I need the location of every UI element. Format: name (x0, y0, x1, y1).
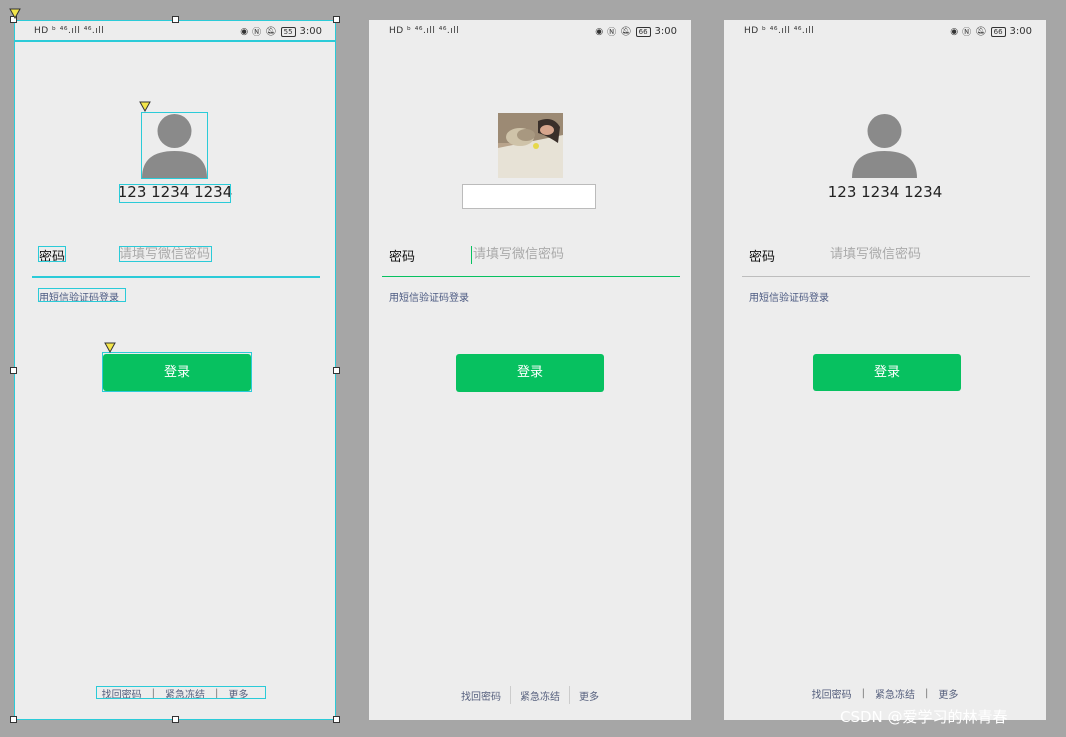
avatar[interactable] (852, 113, 917, 178)
sms-login-link[interactable]: 用短信验证码登录 (389, 289, 469, 304)
eye-icon: ◉ (595, 26, 604, 37)
phone-number-text: 123 1234 1234 (827, 183, 943, 201)
footer-separator: | (569, 686, 570, 704)
footer-separator: | (510, 686, 511, 704)
resize-handle-top-right[interactable] (333, 16, 340, 23)
phone-preview-focused[interactable]: HD ᵇ ⁴⁶.ıll ⁴⁶.ıll ◉ Ⓝ 🔕︎ 66 3:00 密码 请填写… (369, 20, 691, 720)
login-button[interactable]: 登录 (813, 354, 961, 391)
resize-handle-bottom[interactable] (172, 716, 179, 723)
phone-preview-default[interactable]: HD ᵇ ⁴⁶.ıll ⁴⁶.ıll ◉ Ⓝ 🔕︎ 66 3:00 123 12… (724, 20, 1046, 720)
battery-indicator: 66 (635, 26, 651, 37)
password-underline (742, 276, 1030, 277)
avatar-photo[interactable] (498, 113, 563, 178)
resize-handle-bottom-left[interactable] (10, 716, 17, 723)
eye-icon: ◉ (950, 26, 959, 37)
footer-separator: | (925, 688, 929, 699)
battery-indicator: 66 (990, 26, 1006, 37)
emergency-freeze-link[interactable]: 紧急冻结 (520, 688, 560, 703)
nfc-icon: Ⓝ (962, 28, 972, 38)
resize-handle-bottom-right[interactable] (333, 716, 340, 723)
status-time: 3:00 (1009, 26, 1032, 37)
resize-handle-right[interactable] (333, 367, 340, 374)
status-bar: HD ᵇ ⁴⁶.ıll ⁴⁶.ıll ◉ Ⓝ 🔕︎ 66 3:00 (724, 20, 1046, 42)
footer-links: 找回密码 | 紧急冻结 | 更多 (369, 686, 691, 704)
selection-frame (14, 20, 336, 720)
nfc-icon: Ⓝ (607, 28, 617, 38)
more-link[interactable]: 更多 (938, 686, 958, 701)
watermark: CSDN @爱学习的林青春 (840, 708, 1008, 726)
footer-separator: | (861, 688, 865, 699)
signal-indicators: HD ᵇ ⁴⁶.ıll ⁴⁶.ıll (744, 26, 815, 36)
password-label: 密码 (749, 250, 776, 265)
resize-handle-top[interactable] (172, 16, 179, 23)
bell-off-icon: 🔕︎ (975, 26, 987, 37)
password-input[interactable]: 请填写微信密码 (471, 246, 653, 264)
password-label: 密码 (389, 250, 416, 265)
emergency-freeze-link[interactable]: 紧急冻结 (875, 686, 915, 701)
resize-handle-left[interactable] (10, 367, 17, 374)
nickname-input[interactable] (462, 184, 596, 209)
more-link[interactable]: 更多 (579, 688, 599, 703)
password-underline (382, 276, 680, 277)
signal-indicators: HD ᵇ ⁴⁶.ıll ⁴⁶.ıll (389, 26, 460, 36)
bell-off-icon: 🔕︎ (620, 26, 632, 37)
footer-links: 找回密码 | 紧急冻结 | 更多 (724, 686, 1046, 701)
sms-login-link[interactable]: 用短信验证码登录 (749, 289, 829, 304)
status-time: 3:00 (654, 26, 677, 37)
find-password-link[interactable]: 找回密码 (812, 686, 852, 701)
login-button[interactable]: 登录 (456, 354, 604, 392)
status-bar: HD ᵇ ⁴⁶.ıll ⁴⁶.ıll ◉ Ⓝ 🔕︎ 66 3:00 (369, 20, 691, 42)
find-password-link[interactable]: 找回密码 (461, 688, 501, 703)
password-input[interactable]: 请填写微信密码 (830, 246, 1010, 264)
